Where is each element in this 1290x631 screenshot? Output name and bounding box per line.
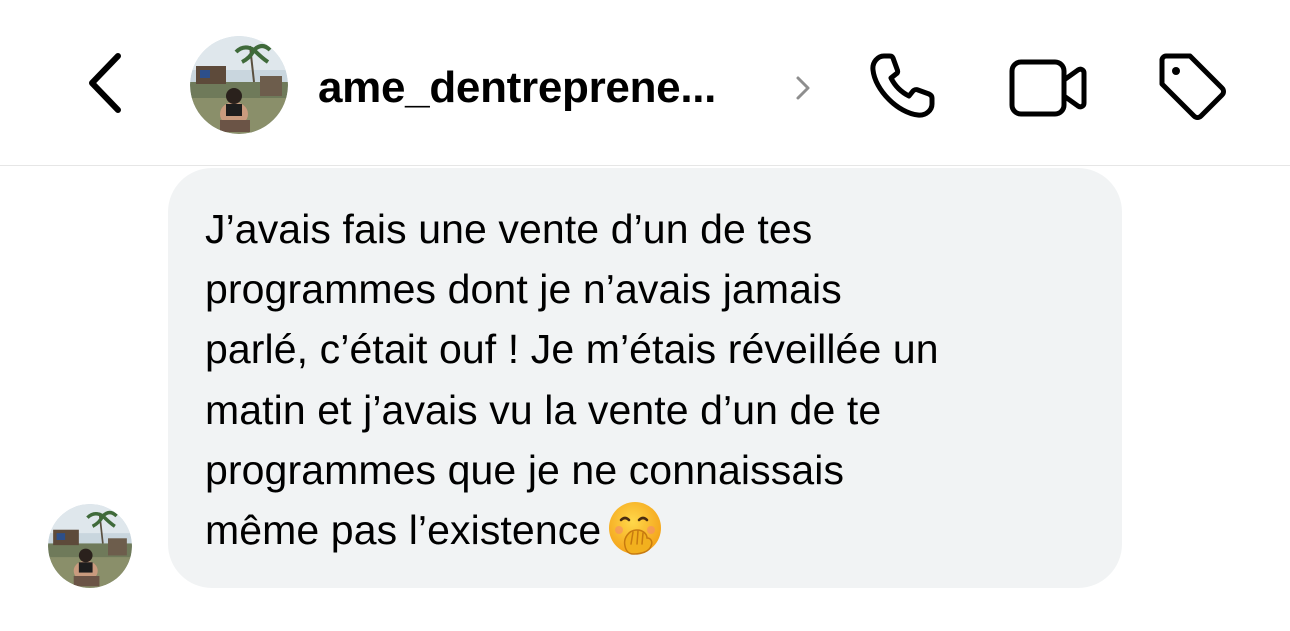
message-text: J’avais fais une vente d’un de tes progr… — [205, 206, 939, 554]
message-body: J’avais fais une vente d’un de tes progr… — [205, 199, 1105, 560]
face-with-hand-over-mouth-icon — [607, 500, 663, 556]
tag-button[interactable] — [1148, 46, 1232, 126]
audio-call-button[interactable] — [862, 46, 942, 126]
contact-username[interactable]: ame_dentreprene... — [318, 62, 716, 114]
sender-avatar[interactable] — [48, 504, 132, 588]
tag-icon — [1159, 53, 1226, 120]
video-call-button[interactable] — [1004, 50, 1092, 126]
chevron-right-icon — [796, 76, 810, 100]
avatar-photo — [190, 36, 288, 134]
chevron-left-icon — [89, 53, 121, 113]
back-button[interactable] — [80, 48, 136, 118]
avatar-photo — [48, 504, 132, 588]
phone-icon — [870, 53, 935, 118]
contact-avatar[interactable] — [190, 36, 288, 134]
profile-chevron[interactable] — [792, 72, 814, 104]
chat-header: ame_dentreprene... — [0, 0, 1290, 166]
video-camera-icon — [1009, 59, 1087, 117]
